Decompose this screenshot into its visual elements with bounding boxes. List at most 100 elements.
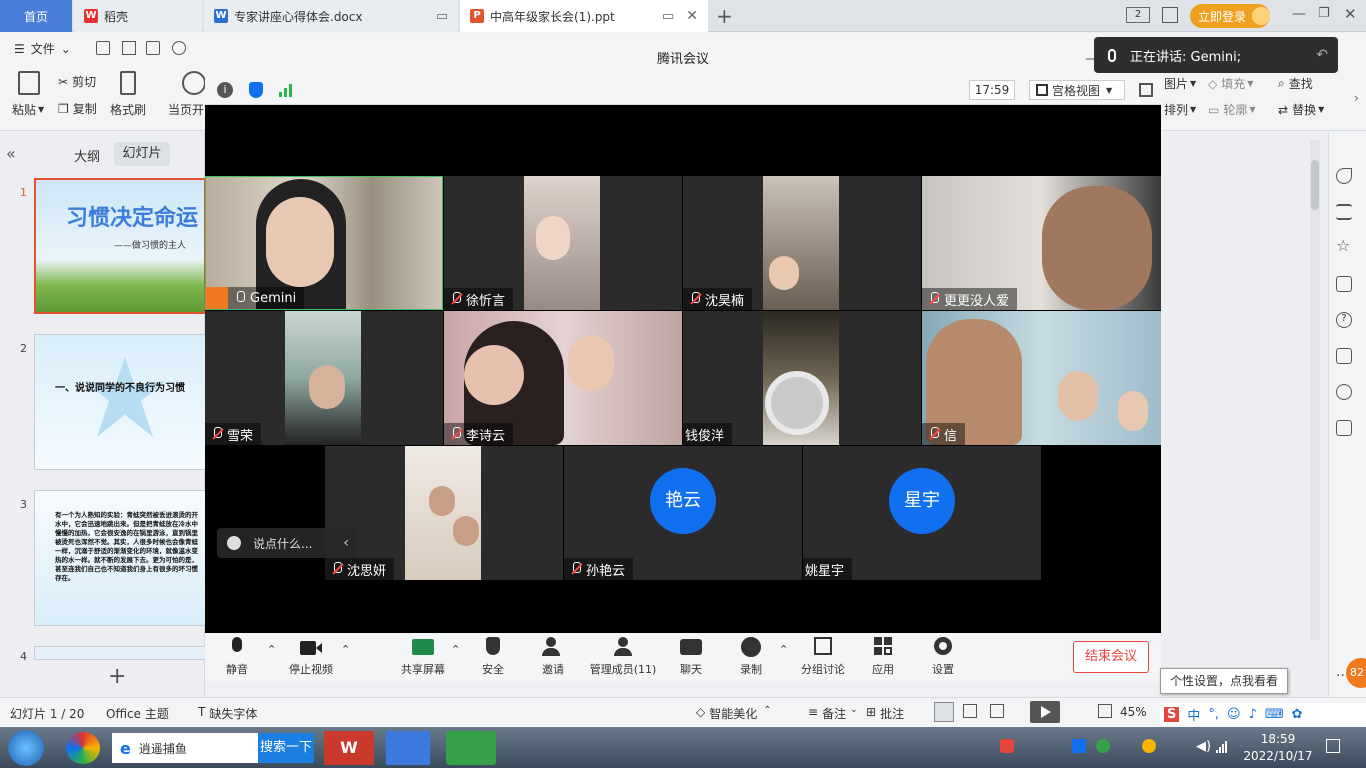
collapse-chat-icon[interactable]: ‹ bbox=[343, 535, 349, 551]
save-icon[interactable] bbox=[96, 41, 110, 55]
tab-docer[interactable]: W 稻壳 bbox=[74, 0, 202, 32]
stop-video-button[interactable]: 停止视频 bbox=[281, 635, 341, 677]
rocket-icon[interactable] bbox=[1336, 168, 1352, 184]
fill-button[interactable]: ◇ 填充 ▼ bbox=[1208, 75, 1253, 92]
info-icon[interactable]: i bbox=[217, 82, 233, 98]
video-tile[interactable]: 沈思妍 bbox=[325, 446, 563, 580]
video-tile[interactable]: 沈昊楠 bbox=[683, 176, 921, 310]
manage-members-button[interactable]: 管理成员(11) bbox=[583, 635, 663, 677]
video-tile[interactable]: 星宇 姚星宇 bbox=[803, 446, 1041, 580]
help-icon[interactable]: ? bbox=[1336, 312, 1352, 328]
bulb-icon[interactable] bbox=[1336, 384, 1352, 400]
play-from-current-icon[interactable] bbox=[182, 71, 206, 95]
arrange-button[interactable]: 排列 ▼ bbox=[1164, 101, 1196, 118]
file-menu[interactable]: ☰ 文件 ⌄ bbox=[14, 40, 71, 57]
paste-button[interactable]: 粘贴 ▼ bbox=[12, 101, 44, 118]
notification-icon[interactable] bbox=[1326, 739, 1340, 753]
collapse-panel-icon[interactable]: « bbox=[6, 144, 16, 163]
tab-count-icon[interactable]: 2 bbox=[1126, 7, 1150, 23]
paste-icon[interactable] bbox=[18, 71, 40, 95]
mute-button[interactable]: 静音 bbox=[207, 635, 267, 677]
copy-button[interactable]: ❐ 复制 bbox=[58, 100, 97, 117]
invite-button[interactable]: 邀请 bbox=[523, 635, 583, 677]
slide-thumbnail-4[interactable] bbox=[34, 646, 206, 660]
fit-window-icon[interactable] bbox=[1098, 704, 1112, 718]
start-button[interactable] bbox=[8, 730, 44, 766]
book-icon[interactable] bbox=[1336, 420, 1352, 436]
notes-button[interactable]: ≡ 备注 ⌄ bbox=[808, 705, 858, 722]
apps-button[interactable]: 应用 bbox=[853, 635, 913, 677]
wps-taskbar-icon[interactable]: W bbox=[324, 731, 374, 765]
close-tab-icon[interactable]: ✕ bbox=[686, 8, 698, 24]
video-tile[interactable]: 更更没人爱 bbox=[922, 176, 1161, 310]
signal-icon[interactable] bbox=[279, 83, 292, 97]
close-window-icon[interactable]: ✕ bbox=[1344, 5, 1357, 23]
video-tile[interactable]: 李诗云 bbox=[444, 311, 682, 445]
fullscreen-icon[interactable] bbox=[1139, 83, 1153, 97]
slide-thumbnail-1[interactable]: 习惯决定命运 ——做习惯的主人 bbox=[34, 178, 206, 314]
format-painter-icon[interactable] bbox=[120, 71, 136, 95]
normal-view-icon[interactable] bbox=[934, 702, 954, 722]
beautify-button[interactable]: ◇ 智能美化 ⌃ bbox=[696, 705, 772, 722]
new-tab-icon[interactable]: + bbox=[716, 4, 733, 28]
outline-button[interactable]: ▭ 轮廓 ▼ bbox=[1208, 101, 1256, 118]
tab-slides[interactable]: 幻灯片 bbox=[114, 142, 170, 166]
search-box[interactable]: e 逍遥捕鱼 bbox=[112, 733, 258, 763]
cut-button[interactable]: ✂ 剪切 bbox=[58, 73, 96, 90]
grid-icon[interactable] bbox=[1162, 7, 1178, 23]
star-icon[interactable]: ☆ bbox=[1336, 236, 1350, 255]
vertical-scrollbar[interactable] bbox=[1310, 140, 1320, 640]
from-current-button[interactable]: 当页开 bbox=[168, 101, 204, 118]
breakout-button[interactable]: 分组讨论 bbox=[793, 635, 853, 677]
scrollbar-thumb[interactable] bbox=[1311, 160, 1319, 210]
restore-window-icon[interactable]: ❐ bbox=[1318, 6, 1330, 21]
image-icon[interactable] bbox=[1336, 348, 1352, 364]
chevron-up-icon[interactable]: ⌃ bbox=[451, 643, 460, 656]
format-painter-button[interactable]: 格式刷 bbox=[110, 101, 146, 118]
tab-home[interactable]: 首页 bbox=[0, 0, 72, 32]
tray-icon[interactable] bbox=[1096, 739, 1110, 753]
replace-button[interactable]: ⇄ 替换 ▼ bbox=[1278, 101, 1324, 118]
export-icon[interactable] bbox=[122, 41, 136, 55]
settings-button[interactable]: 设置 bbox=[913, 635, 973, 677]
video-tile[interactable]: 艳云 孙艳云 bbox=[564, 446, 802, 580]
app-icon[interactable] bbox=[66, 732, 100, 764]
ribbon-scroll-icon[interactable]: › bbox=[1354, 91, 1359, 105]
tab-restore-icon[interactable]: ▭ bbox=[662, 9, 674, 24]
search-button[interactable]: 搜索一下 bbox=[258, 733, 314, 763]
sliders-icon[interactable] bbox=[1336, 204, 1352, 220]
minimize-tab-icon[interactable]: ▭ bbox=[436, 9, 448, 24]
zoom-level[interactable]: 45% bbox=[1120, 705, 1147, 719]
chevron-up-icon[interactable]: ⌃ bbox=[341, 643, 350, 656]
slide-thumbnail-3[interactable]: 有一个为人熟知的实验：青蛙突然被丢进滚烫的开水中，它会迅速地跳出来。但是把青蛙放… bbox=[34, 490, 206, 626]
shield-icon[interactable] bbox=[249, 82, 263, 98]
sorter-view-icon[interactable] bbox=[963, 704, 977, 718]
video-tile[interactable]: 钱俊洋 bbox=[683, 311, 921, 445]
quick-chat-input[interactable]: 说点什么... ‹ bbox=[217, 528, 357, 558]
tab-outline[interactable]: 大纲 bbox=[74, 146, 100, 165]
network-icon[interactable] bbox=[1216, 741, 1227, 753]
back-arrow-icon[interactable]: ↶ bbox=[1316, 47, 1328, 63]
view-selector[interactable]: 宫格视图 ▼ bbox=[1029, 80, 1125, 100]
tab-docx[interactable]: W 专家讲座心得体会.docx ▭ bbox=[204, 0, 458, 32]
missing-font-button[interactable]: T 缺失字体 bbox=[198, 705, 257, 722]
video-tile[interactable]: 徐忻言 bbox=[444, 176, 682, 310]
chevron-up-icon[interactable]: ⌃ bbox=[267, 643, 276, 656]
picture-button[interactable]: 图片 ▼ bbox=[1164, 75, 1196, 92]
tray-icon[interactable] bbox=[1000, 739, 1014, 753]
login-button[interactable]: 立即登录 bbox=[1190, 4, 1270, 28]
volume-icon[interactable]: ◀) bbox=[1196, 739, 1211, 754]
theme-name[interactable]: Office 主题 bbox=[106, 705, 169, 722]
end-meeting-button[interactable]: 结束会议 bbox=[1073, 641, 1149, 673]
chevron-up-icon[interactable]: ⌃ bbox=[779, 643, 788, 656]
add-slide-icon[interactable]: + bbox=[108, 664, 126, 689]
video-tile[interactable]: 信 bbox=[922, 311, 1161, 445]
preview-icon[interactable] bbox=[172, 41, 186, 55]
wechat-taskbar-icon[interactable] bbox=[446, 731, 496, 765]
security-button[interactable]: 安全 bbox=[463, 635, 523, 677]
chat-button[interactable]: 聊天 bbox=[661, 635, 721, 677]
video-tile[interactable]: 雪荣 bbox=[205, 311, 443, 445]
comment-icon[interactable] bbox=[1336, 276, 1352, 292]
tray-icon[interactable] bbox=[1072, 739, 1086, 753]
tab-ppt[interactable]: P 中高年级家长会(1).ppt ▭ ✕ bbox=[460, 0, 708, 32]
